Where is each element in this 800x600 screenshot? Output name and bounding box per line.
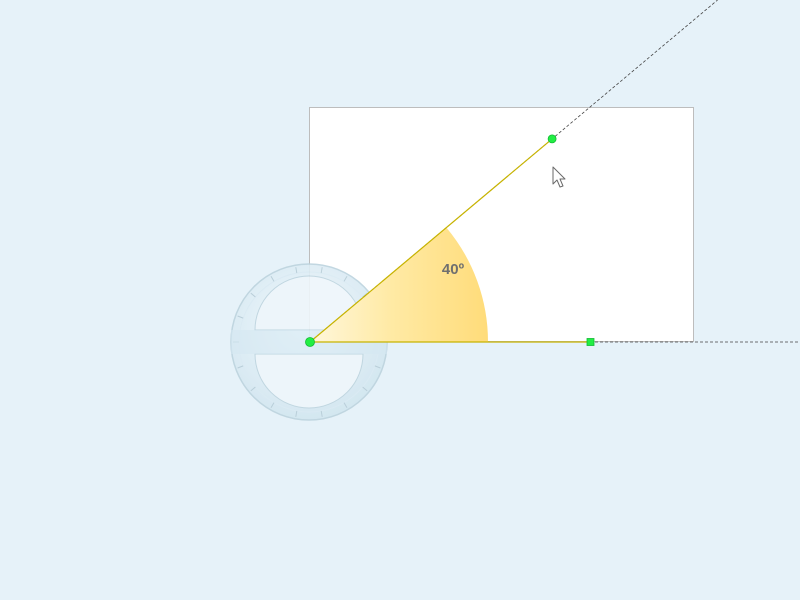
geometry-canvas[interactable]: 40º <box>0 0 800 600</box>
arm-end-handle[interactable] <box>547 134 557 144</box>
angle-value-label: 40º <box>442 261 465 278</box>
vertex-handle[interactable] <box>305 337 315 347</box>
base-end-handle[interactable] <box>586 338 595 346</box>
